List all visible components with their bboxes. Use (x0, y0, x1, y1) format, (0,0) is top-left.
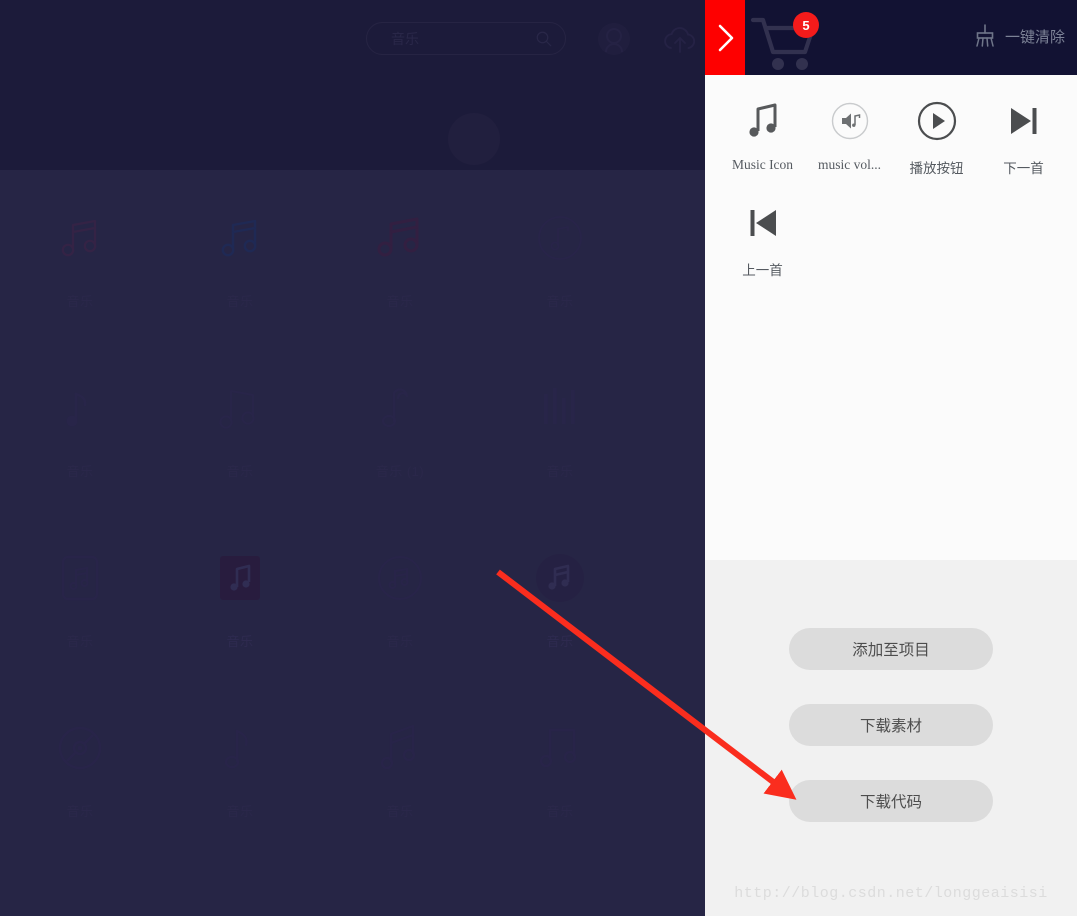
cloud-upload-icon[interactable] (662, 22, 698, 56)
chevron-right-icon (718, 24, 734, 51)
note-in-rounded-square-outline-icon (60, 547, 100, 609)
header-decorative-blob (448, 113, 500, 165)
icon-card-label: 音乐 (66, 804, 94, 819)
cart-item-label: 播放按钮 (909, 161, 964, 176)
note-in-filled-circle-icon (535, 547, 585, 609)
cart-items-panel: Music Icon music vol... 播放按钮 下一首 上一首 (705, 75, 1077, 560)
icon-card-label: 音乐 (226, 294, 254, 309)
icon-card-label: 音乐 (66, 294, 94, 309)
broom-icon (976, 24, 994, 47)
icon-card-label: 音乐 (386, 804, 414, 819)
download-assets-button[interactable]: 下载素材 (789, 704, 993, 746)
icon-card[interactable]: 音乐 (160, 185, 320, 355)
beamed-note-bold-icon (375, 207, 425, 269)
icon-card-label: 音乐 (66, 464, 94, 479)
music-note-icon (746, 97, 780, 145)
cart-item[interactable]: Music Icon (719, 97, 806, 177)
compact-disc-icon (58, 717, 102, 779)
drawer-actions-panel: 添加至项目 下载素材 下载代码 http://blog.csdn.net/lon… (705, 560, 1077, 916)
equalizer-bars-icon (540, 377, 580, 439)
icon-card[interactable]: 音乐 (160, 695, 320, 865)
cart-item[interactable]: music vol... (806, 97, 893, 177)
play-circle-icon (917, 97, 957, 145)
icon-card-label: 音乐 (386, 294, 414, 309)
icon-card[interactable]: 音乐 (480, 355, 640, 525)
double-note-icon (217, 377, 263, 439)
previous-track-icon (744, 199, 782, 247)
icon-card[interactable]: 音乐 (1) (320, 355, 480, 525)
next-track-icon (1005, 97, 1043, 145)
icon-card-label: 音乐 (226, 464, 254, 479)
single-note-icon (223, 717, 257, 779)
icon-card[interactable]: 音乐 (160, 525, 320, 695)
download-code-button[interactable]: 下载代码 (789, 780, 993, 822)
watermark-url: http://blog.csdn.net/longgeaisisi (734, 885, 1048, 902)
icon-card[interactable]: 音乐 (0, 355, 160, 525)
icon-card-label: 音乐 (386, 634, 414, 649)
search-box[interactable]: 音乐 (366, 22, 566, 55)
icon-card[interactable]: 音乐 (160, 355, 320, 525)
volume-music-circle-icon (831, 97, 869, 145)
drawer-collapse-toggle[interactable] (705, 0, 745, 75)
icon-card[interactable]: 音乐 (480, 185, 640, 355)
icon-card[interactable]: 音乐 (480, 525, 640, 695)
cart-count-badge: 5 (793, 12, 819, 38)
cart-item-label: 上一首 (742, 263, 783, 278)
cart-item[interactable]: 下一首 (980, 97, 1067, 177)
icon-card[interactable]: 音乐 (0, 185, 160, 355)
cart-items-grid: Music Icon music vol... 播放按钮 下一首 上一首 (705, 75, 1077, 301)
cart-item-label: Music Icon (731, 157, 794, 172)
icon-grid-row: 音乐 音乐 音乐 音乐 (0, 695, 705, 865)
icon-library-page: 音乐 音乐 音乐 音乐 音乐 音乐 音乐 音乐 (1) 音乐 音乐 音乐 音乐 … (0, 0, 705, 916)
icon-card[interactable]: 音乐 (320, 185, 480, 355)
icon-results-grid: 音乐 音乐 音乐 音乐 音乐 音乐 音乐 (1) 音乐 音乐 音乐 音乐 音乐 … (0, 185, 705, 865)
clear-all-button[interactable]: 一键清除 (974, 24, 1065, 48)
beamed-note-icon (219, 207, 261, 269)
note-in-circle-outline-icon (377, 547, 423, 609)
cart-item[interactable]: 播放按钮 (893, 97, 980, 177)
avatar-icon[interactable] (597, 22, 631, 56)
site-header: 音乐 (0, 0, 705, 170)
icon-grid-row: 音乐 音乐 音乐 (1) 音乐 (0, 355, 705, 525)
eighth-note-flourish-icon (380, 377, 420, 439)
note-in-filled-square-icon (218, 547, 262, 609)
icon-grid-row: 音乐 音乐 音乐 音乐 (0, 185, 705, 355)
icon-card[interactable]: 音乐 (0, 525, 160, 695)
icon-card-label: 音乐 (1) (375, 464, 425, 479)
cart-item-label: music vol... (818, 157, 881, 172)
search-icon[interactable] (535, 30, 553, 48)
icon-card-label: 音乐 (546, 634, 574, 649)
clear-all-label: 一键清除 (1004, 28, 1065, 46)
cart-item[interactable]: 上一首 (719, 199, 806, 279)
icon-card-label: 音乐 (546, 464, 574, 479)
cart-drawer: 5 一键清除 Music Icon music vol... 播放按钮 下一首 … (705, 0, 1077, 916)
single-note-icon (63, 377, 97, 439)
beamed-note-wide-icon (538, 717, 582, 779)
icon-card[interactable]: 音乐 (320, 525, 480, 695)
icon-card-label: 音乐 (546, 804, 574, 819)
icon-card-label: 音乐 (66, 634, 94, 649)
beamed-note-icon (59, 207, 101, 269)
beamed-note-tall-icon (379, 717, 421, 779)
icon-card[interactable]: 音乐 (480, 695, 640, 865)
search-input[interactable]: 音乐 (391, 29, 535, 49)
icon-card-label: 音乐 (546, 294, 574, 309)
add-to-project-button[interactable]: 添加至项目 (789, 628, 993, 670)
drawer-header: 5 一键清除 (705, 0, 1077, 75)
icon-card-label: 音乐 (226, 804, 254, 819)
icon-card[interactable]: 音乐 (0, 695, 160, 865)
icon-card-label: 音乐 (226, 634, 254, 649)
icon-card[interactable]: 音乐 (320, 695, 480, 865)
icon-grid-row: 音乐 音乐 音乐 音乐 (0, 525, 705, 695)
note-in-circle-icon (537, 207, 583, 269)
action-button-list: 添加至项目 下载素材 下载代码 (705, 560, 1077, 822)
cart-item-label: 下一首 (1003, 161, 1044, 176)
